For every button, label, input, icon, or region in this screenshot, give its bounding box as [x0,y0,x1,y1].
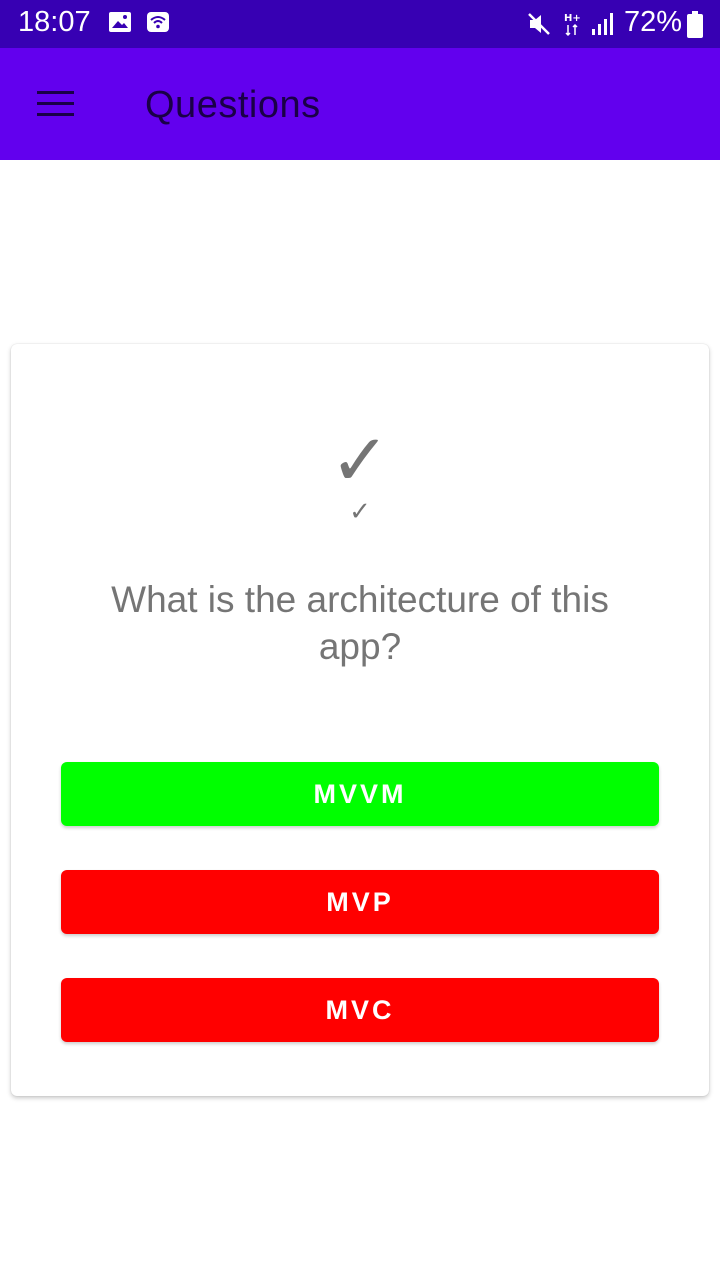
signal-icon [592,13,613,35]
status-bar: 18:07 H+ 72% [0,0,720,48]
battery-icon [687,11,703,38]
check-small-icon: ✓ [349,497,371,527]
svg-text:H+: H+ [564,13,581,24]
menu-button[interactable] [26,79,86,129]
question-text: What is the architecture of this app? [111,579,609,667]
battery-percent: 72% [624,6,683,38]
status-time: 18:07 [18,6,91,38]
wifi-hotspot-icon [147,12,169,32]
page-title: Questions [145,84,321,126]
answer-button-mvp[interactable]: MVP [61,870,659,934]
question-card: ✓ ✓ What is the architecture of this app… [11,344,709,1096]
image-icon [109,12,131,32]
answer-button-mvvm[interactable]: MVVM [61,762,659,826]
app-bar: Questions [0,48,720,160]
answer-button-mvc[interactable]: MVC [61,978,659,1042]
mute-icon [528,13,550,35]
check-large-icon: ✓ [329,418,391,502]
menu-icon [37,91,74,116]
hplus-data-icon: H+ [564,13,581,37]
